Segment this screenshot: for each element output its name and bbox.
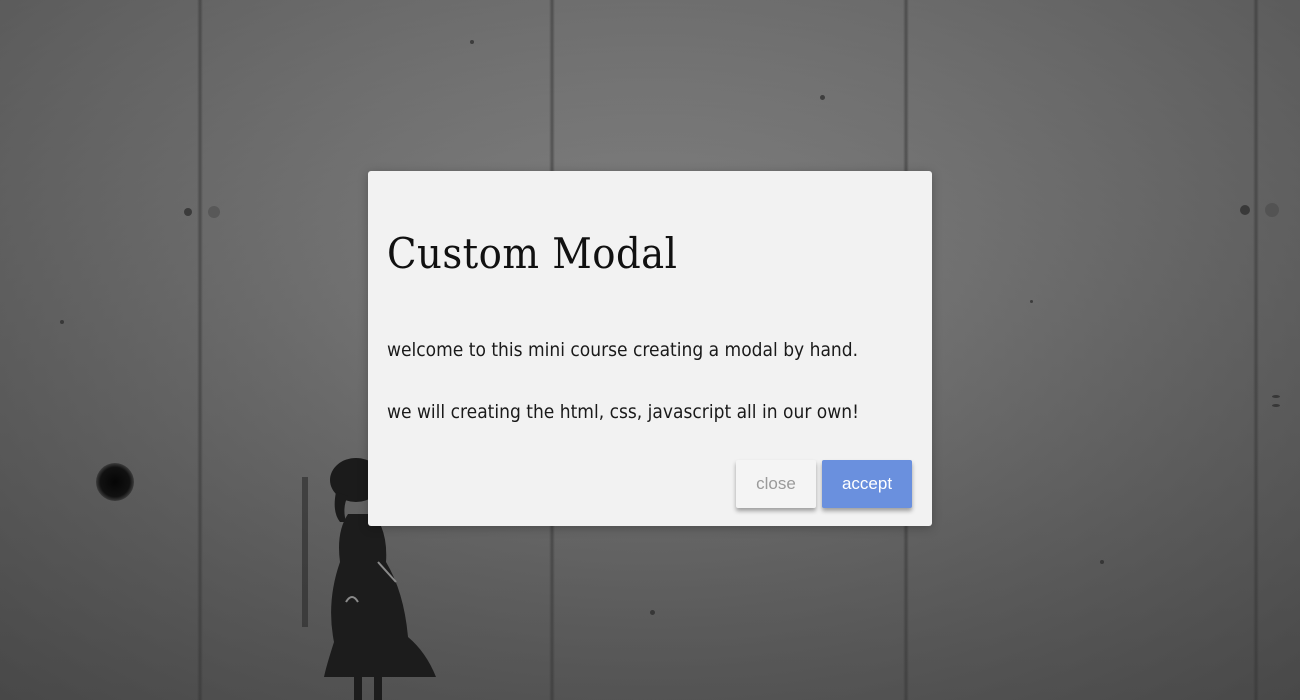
wall-speck: [184, 208, 192, 216]
bolt-hole: [96, 463, 134, 501]
wall-speck: [1265, 203, 1279, 217]
wall-speck: [470, 40, 474, 44]
wall-speck: [820, 95, 825, 100]
accept-button[interactable]: accept: [822, 460, 912, 508]
wall-seam: [1253, 0, 1259, 700]
wall-seam: [197, 0, 203, 700]
custom-modal-dialog: Custom Modal welcome to this mini course…: [368, 171, 932, 526]
wall-speck: [1272, 404, 1280, 407]
wall-speck: [1240, 205, 1250, 215]
wall-speck: [1030, 300, 1033, 303]
modal-actions: close accept: [736, 460, 912, 508]
wall-speck: [60, 320, 64, 324]
modal-body-text: we will creating the html, css, javascri…: [387, 401, 859, 423]
wall-speck: [650, 610, 655, 615]
modal-title: Custom Modal: [387, 229, 678, 278]
close-button[interactable]: close: [736, 460, 816, 508]
modal-body-text: welcome to this mini course creating a m…: [387, 339, 859, 361]
wall-speck: [208, 206, 220, 218]
wall-speck: [1272, 395, 1280, 398]
wall-speck: [1100, 560, 1104, 564]
